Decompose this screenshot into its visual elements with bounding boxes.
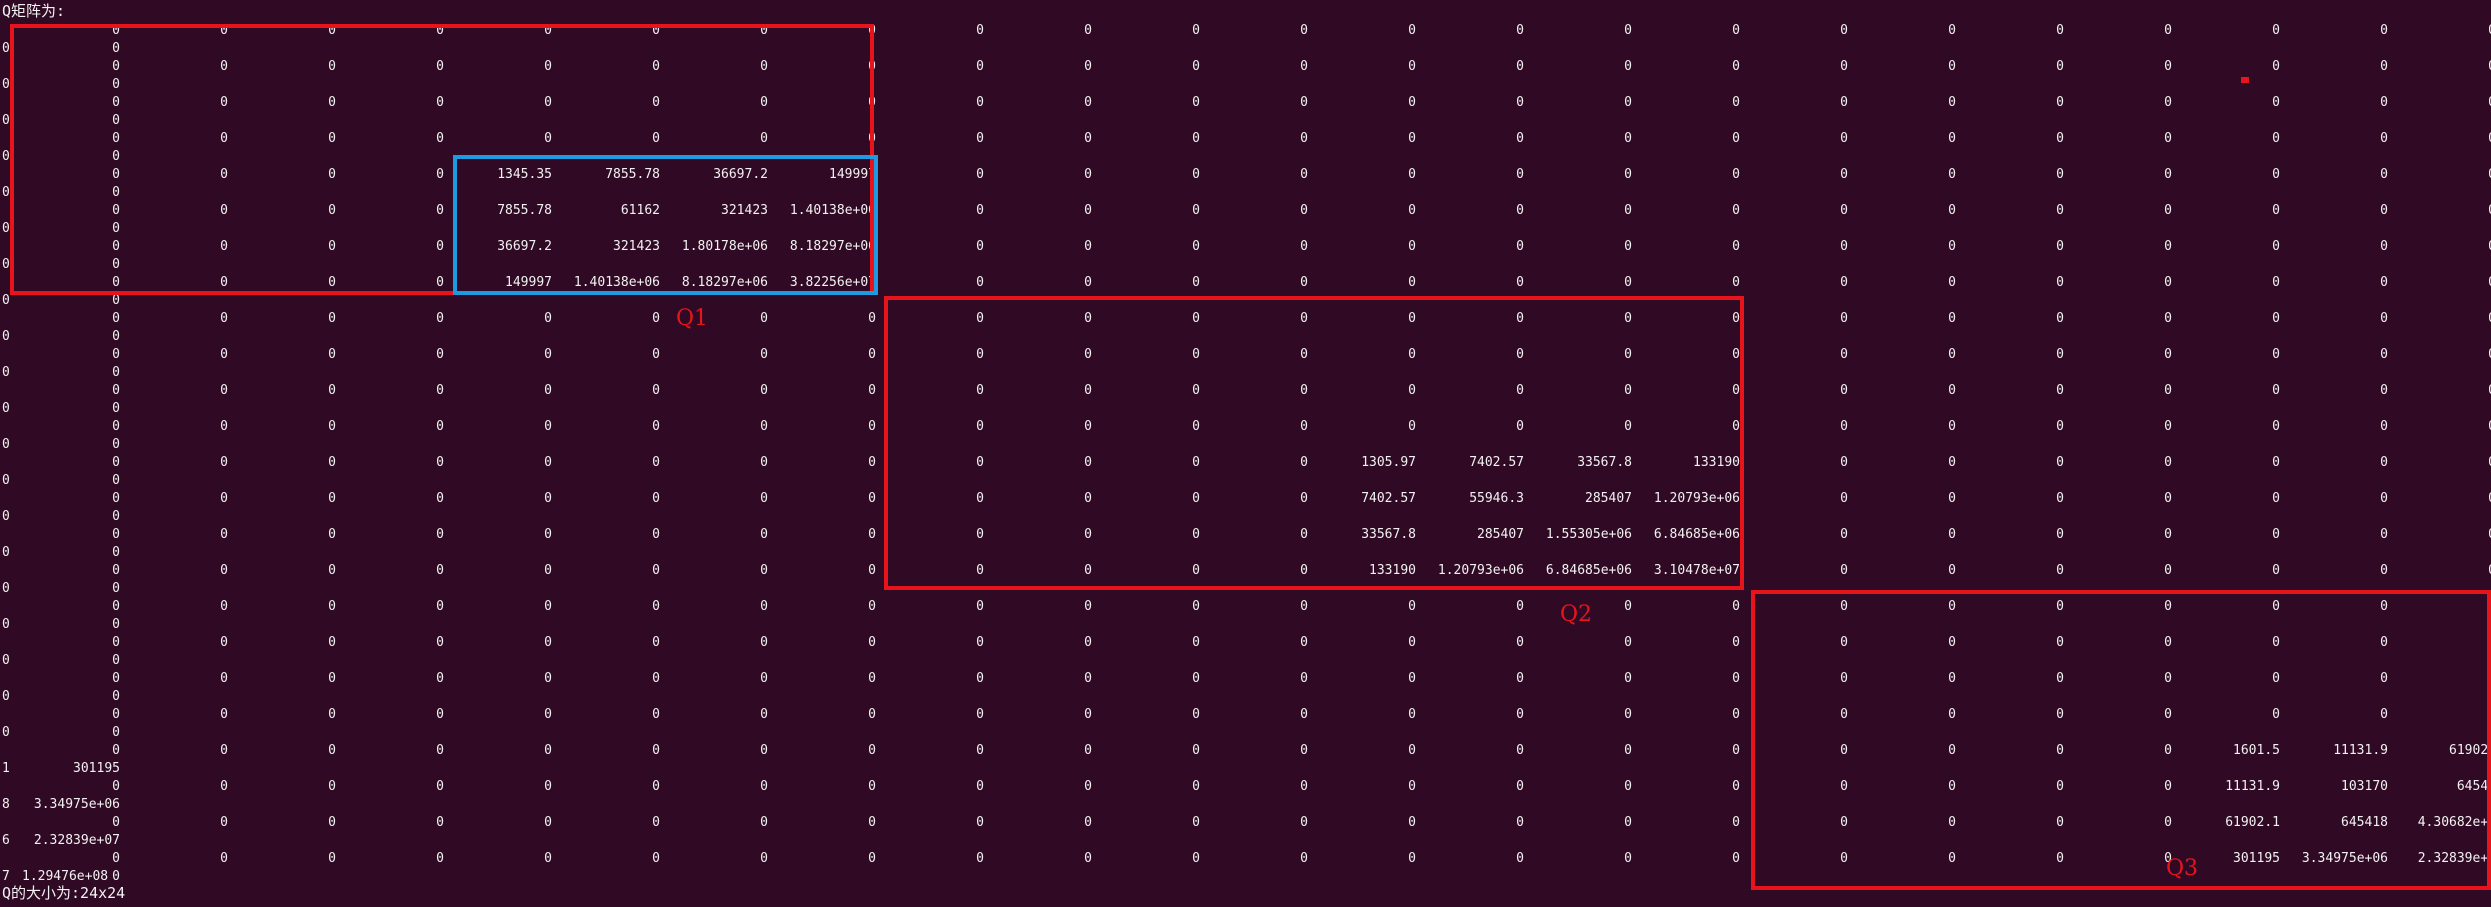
matrix-cell: 0	[2454, 312, 2491, 326]
matrix-cell-wrapped: 0	[112, 509, 120, 524]
terminal-window: Q矩阵为: 0 0 0 0 0 0 0 0 0 0 0 0 0 0 0 0 0 0 0 0 0 0 0 0 0 0 0 0 0 0 0 0 0 0…	[0, 0, 2491, 907]
matrix-cell-wrapped: 0	[112, 653, 120, 668]
row-edge-digit: 0	[2, 581, 10, 596]
q1-inner-outline	[453, 155, 878, 295]
matrix-cell-wrapped: 0	[112, 365, 120, 380]
row-edge-digit: 0	[2, 401, 10, 416]
matrix-cell-wrapped: 3.34975e+06	[33, 797, 120, 812]
row-edge-digit: 0	[2, 365, 10, 380]
matrix-cell-wrapped: 0	[112, 617, 120, 632]
matrix-cell-wrapped: 0	[112, 473, 120, 488]
matrix-cell-wrapped: 0	[112, 545, 120, 560]
q1-label: Q1	[676, 306, 709, 331]
matrix-cell: 0	[2454, 168, 2491, 182]
matrix-cell: 0	[2454, 240, 2491, 254]
matrix-cell-wrapped: 0	[112, 437, 120, 452]
row-edge-digit: 0	[2, 473, 10, 488]
matrix-cell: 0	[2454, 420, 2491, 434]
matrix-cell: 0	[2454, 276, 2491, 290]
matrix-cell: 0	[2454, 492, 2491, 506]
q2-label: Q2	[1560, 602, 1593, 627]
row-edge-digit: 0	[2, 257, 10, 272]
row-edge-digit: 0	[2, 653, 10, 668]
matrix-cell: 0	[2454, 204, 2491, 218]
matrix-cell-wrapped: 0	[112, 725, 120, 740]
q2-outline	[884, 296, 1744, 590]
row-edge-digit: 7	[2, 869, 10, 884]
row-edge-digit: 0	[2, 293, 10, 308]
matrix-cell: 0	[2454, 60, 2491, 74]
matrix-title: Q矩阵为:	[2, 2, 66, 20]
row-edge-digit: 0	[2, 545, 10, 560]
matrix-cell-wrapped: 0	[112, 401, 120, 416]
matrix-cell-wrapped: 0	[112, 329, 120, 344]
matrix-cell: 0	[2454, 24, 2491, 38]
matrix-cell-wrapped: 1.29476e+08	[22, 869, 109, 884]
matrix-cell-wrapped: 0	[112, 581, 120, 596]
row-edge-digit: 0	[2, 689, 10, 704]
matrix-cell-wrapped: 2.32839e+07	[33, 833, 120, 848]
matrix-cell: 0	[2454, 564, 2491, 578]
matrix-cell: 0	[2454, 384, 2491, 398]
matrix-cell: 0	[2454, 132, 2491, 146]
row-edge-digit: 0	[2, 437, 10, 452]
matrix-cell-wrapped: 0	[112, 689, 120, 704]
matrix-cell: 0	[2454, 348, 2491, 362]
row-edge-digit: 6	[2, 833, 10, 848]
row-edge-digit: 8	[2, 797, 10, 812]
row-edge-digit: 0	[2, 77, 10, 92]
row-edge-digit: 0	[2, 41, 10, 56]
matrix-cell-wrapped: 301195	[73, 761, 120, 776]
row-edge-digit: 1	[2, 761, 10, 776]
row-edge-digit: 0	[2, 149, 10, 164]
matrix-cell: 0	[2454, 96, 2491, 110]
red-dot-marker	[2241, 77, 2249, 83]
row-edge-digit: 0	[2, 113, 10, 128]
row-edge-digit: 0	[2, 329, 10, 344]
matrix-cell: 0	[2454, 528, 2491, 542]
row-edge-digit: 0	[2, 185, 10, 200]
matrix-size-text: Q的大小为:24x24	[2, 884, 126, 902]
matrix-cell: 0	[2454, 456, 2491, 470]
row-edge-digit: 0	[2, 725, 10, 740]
row-edge-digit: 0	[2, 617, 10, 632]
q3-outline	[1751, 590, 2491, 890]
q3-label: Q3	[2166, 856, 2199, 881]
row-edge-digit: 0	[2, 509, 10, 524]
matrix-cell-wrapped: 0	[112, 293, 120, 308]
row-edge-digit: 0	[2, 221, 10, 236]
